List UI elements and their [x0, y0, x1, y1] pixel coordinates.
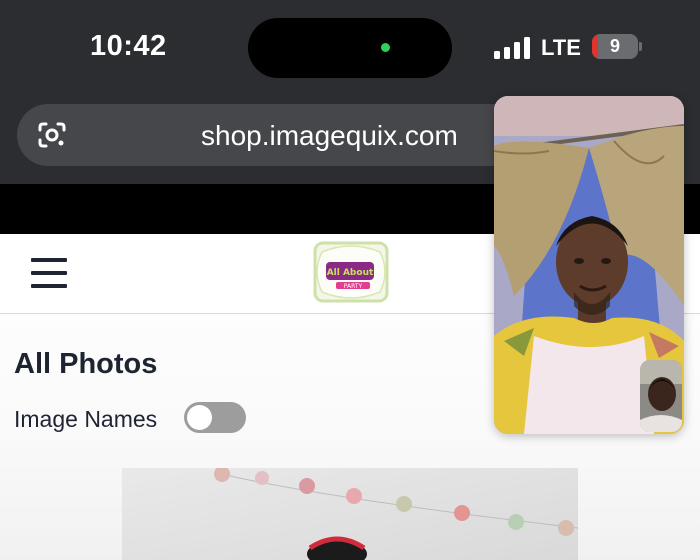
site-logo[interactable]: All About PARTY [312, 240, 390, 304]
dynamic-island [248, 18, 452, 78]
image-names-label: Image Names [14, 406, 158, 432]
image-names-toggle[interactable] [184, 402, 246, 433]
self-view-thumbnail[interactable] [640, 360, 682, 432]
cellular-signal-icon [494, 37, 532, 59]
status-time: 10:42 [90, 30, 167, 62]
hamburger-menu-icon[interactable] [31, 258, 67, 290]
svg-text:All About: All About [327, 268, 374, 278]
toggle-knob [187, 405, 212, 430]
screen: 10:42 LTE 9 shop.imagequix.com All About… [0, 0, 700, 560]
camera-in-use-indicator [381, 43, 390, 52]
photo-thumbnail[interactable] [122, 468, 578, 560]
photo-image [122, 468, 578, 560]
url-text[interactable]: shop.imagequix.com [201, 120, 458, 152]
network-type: LTE [541, 35, 581, 60]
status-bar: 10:42 LTE 9 [0, 0, 700, 96]
battery-level: 9 [609, 36, 620, 56]
google-lens-icon[interactable] [37, 121, 67, 149]
battery-icon: 9 [592, 34, 638, 59]
page-title: All Photos [14, 348, 158, 380]
battery-tip [639, 42, 642, 51]
facetime-video-pip[interactable] [494, 96, 684, 434]
svg-text:PARTY: PARTY [344, 283, 363, 290]
